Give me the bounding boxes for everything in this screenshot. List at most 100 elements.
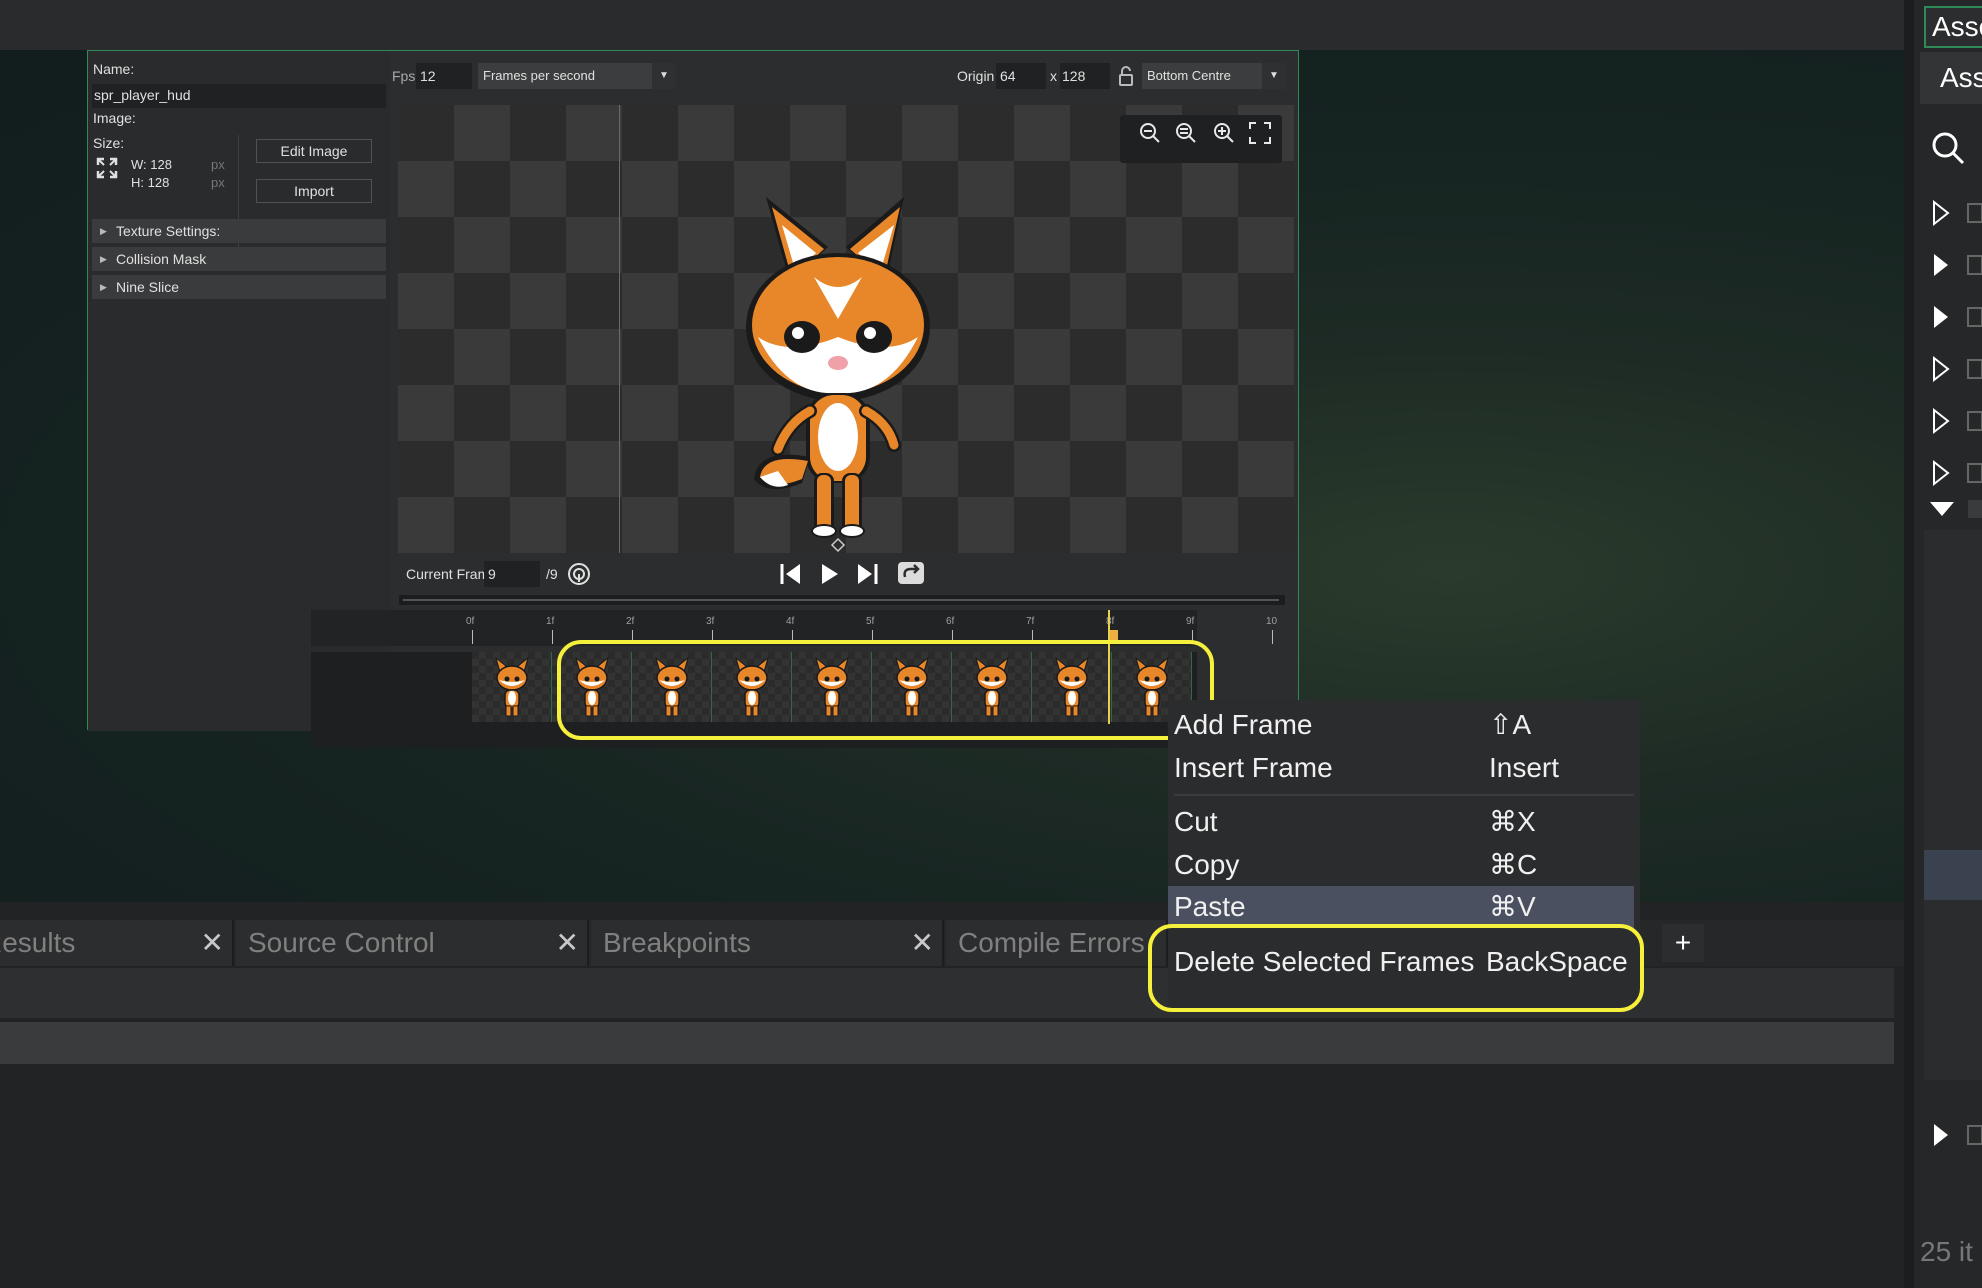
first-frame-icon[interactable]	[778, 561, 804, 587]
origin-y-input[interactable]: 128	[1060, 63, 1110, 89]
timeline-tick: 7f	[1026, 616, 1035, 627]
search-icon[interactable]	[1930, 130, 1966, 166]
menu-item-cut[interactable]: Cut ⌘X	[1174, 801, 1634, 843]
expand-arrow-icon: ▶	[100, 226, 107, 236]
tab-label: Asse	[1932, 11, 1982, 42]
size-label: Size:	[93, 135, 125, 151]
tab-label: Compile Errors	[958, 927, 1145, 958]
play-icon[interactable]	[816, 561, 842, 587]
menu-item-copy[interactable]: Copy ⌘C	[1174, 844, 1634, 886]
asset-folder-row[interactable]	[1932, 354, 1982, 384]
menu-item-paste[interactable]: Paste ⌘V	[1168, 886, 1634, 928]
expand-arrow-icon	[1934, 254, 1982, 276]
playback-bar: Current Frame: 9 /9	[398, 553, 1294, 595]
menu-shortcut: ⌘C	[1489, 849, 1538, 880]
timeline-tick-line	[1272, 630, 1273, 644]
expand-arrow-icon	[1933, 355, 1982, 383]
asset-folder-expanded[interactable]	[1928, 496, 1982, 524]
fps-label: Fps	[392, 68, 416, 84]
menu-label: Insert Frame	[1174, 752, 1333, 783]
edit-image-button[interactable]: Edit Image	[256, 139, 372, 163]
tab-compile-errors[interactable]: Compile Errors	[946, 920, 1168, 966]
scrollbar-track	[403, 599, 1279, 601]
asset-panel-header: Ass	[1920, 52, 1982, 104]
timeline-tick: 2f	[626, 616, 635, 627]
add-tab-button[interactable]: +	[1662, 924, 1704, 962]
origin-label: Origin	[957, 68, 995, 84]
output-filter-bar[interactable]	[0, 1022, 1894, 1064]
asset-tree-children	[1924, 530, 1982, 1080]
menu-label: Add Frame	[1174, 709, 1313, 740]
top-bar	[0, 0, 1904, 50]
frames-highlight	[557, 640, 1214, 740]
expand-arrow-icon	[1934, 306, 1982, 328]
timeline-scrollbar[interactable]	[399, 595, 1285, 605]
editor-toolbar: Fps 12 Frames per second ▼ Origin 64 x 1…	[390, 51, 1298, 101]
last-frame-icon[interactable]	[854, 561, 880, 587]
tab-source-control[interactable]: Source Control ✕	[236, 920, 589, 966]
frame-thumbnail[interactable]	[472, 652, 552, 722]
delete-highlight	[1148, 924, 1644, 1012]
origin-x-input[interactable]: 64	[996, 63, 1046, 89]
resize-icon[interactable]	[96, 157, 118, 179]
timeline-tick: 10	[1266, 616, 1278, 627]
chevron-down-icon: ▼	[1262, 63, 1286, 89]
canvas-border-line	[619, 105, 620, 553]
timeline-tick: 0f	[466, 616, 475, 627]
menu-label: Cut	[1174, 806, 1218, 837]
timeline-tick: 3f	[706, 616, 715, 627]
asset-browser-panel: Asse Ass 25 it	[1904, 0, 1982, 1288]
asset-row-selected[interactable]	[1924, 850, 1982, 900]
height-value: H: 128	[131, 175, 170, 190]
menu-label: Copy	[1174, 849, 1240, 880]
expand-arrow-icon: ▶	[100, 254, 107, 264]
tab-assets[interactable]: Asse	[1924, 6, 1982, 48]
fps-input[interactable]: 12	[416, 63, 472, 89]
name-field[interactable]: spr_player_hud	[92, 84, 386, 108]
asset-folder-row[interactable]	[1932, 406, 1982, 436]
fox-sprite-image	[718, 187, 958, 553]
zoom-reset-icon[interactable]	[1168, 121, 1204, 157]
fps-mode-dropdown[interactable]: Frames per second ▼	[478, 63, 676, 89]
height-unit: px	[211, 175, 225, 190]
asset-folder-row[interactable]	[1932, 1120, 1982, 1150]
zoom-out-icon[interactable]	[1132, 121, 1168, 157]
zoom-in-icon[interactable]	[1206, 121, 1242, 157]
asset-folder-row[interactable]	[1932, 250, 1982, 280]
tab-label: Source Control	[248, 927, 435, 958]
close-icon[interactable]: ✕	[911, 920, 934, 966]
origin-mode-dropdown[interactable]: Bottom Centre ▼	[1142, 63, 1286, 89]
close-icon[interactable]: ✕	[201, 920, 224, 966]
section-texture-settings[interactable]: ▶ Texture Settings:	[92, 219, 386, 243]
frame-strip-gutter	[311, 652, 371, 724]
asset-count: 25 it	[1920, 1236, 1973, 1267]
expand-arrow-icon	[1934, 1124, 1982, 1146]
tab-breakpoints[interactable]: Breakpoints ✕	[591, 920, 944, 966]
tab-results[interactable]: Results ✕	[0, 920, 234, 966]
asset-folder-row[interactable]	[1932, 302, 1982, 332]
timeline-tick: 6f	[946, 616, 955, 627]
sprite-canvas[interactable]	[398, 105, 1294, 553]
current-frame-input[interactable]: 9	[484, 561, 540, 587]
menu-separator	[1174, 794, 1634, 796]
menu-item-add-frame[interactable]: Add Frame ⇧A	[1174, 704, 1634, 746]
import-button[interactable]: Import	[256, 179, 372, 203]
section-collision-mask[interactable]: ▶ Collision Mask	[92, 247, 386, 271]
image-label: Image:	[93, 110, 136, 126]
asset-folder-row[interactable]	[1932, 198, 1982, 228]
fullscreen-icon[interactable]	[1242, 121, 1278, 157]
timeline-tick: 1f	[546, 616, 555, 627]
origin-separator: x	[1050, 68, 1057, 84]
panel-splitter[interactable]	[1904, 0, 1914, 1288]
loop-icon[interactable]	[896, 559, 926, 589]
expand-arrow-icon	[1933, 459, 1982, 487]
lock-icon[interactable]	[1118, 65, 1136, 87]
tab-label: Results	[0, 927, 76, 958]
expand-arrow-icon	[1933, 407, 1982, 435]
onion-skin-icon[interactable]	[566, 561, 592, 587]
close-icon[interactable]: ✕	[556, 920, 579, 966]
menu-item-insert-frame[interactable]: Insert Frame Insert	[1174, 747, 1634, 789]
section-nine-slice[interactable]: ▶ Nine Slice	[92, 275, 386, 299]
asset-folder-row[interactable]	[1932, 458, 1982, 488]
expand-arrow-icon	[1933, 199, 1982, 227]
